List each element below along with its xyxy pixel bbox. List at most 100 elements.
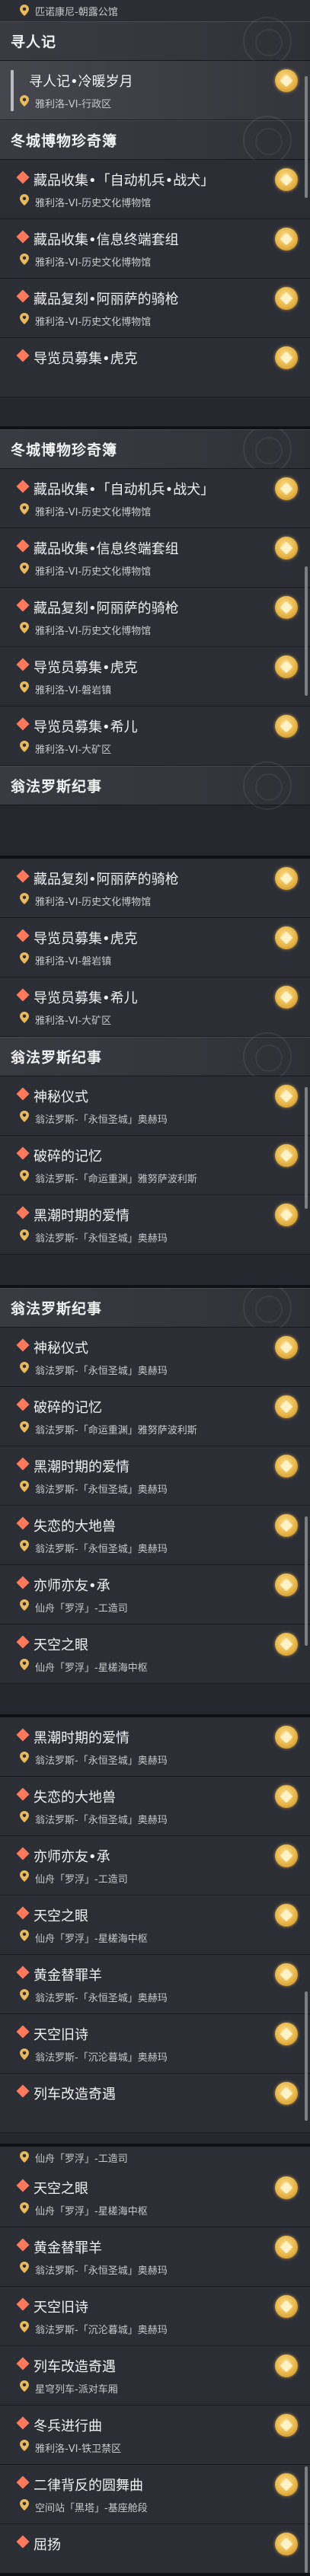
quest-title: 藏品收集•「自动机兵•战犬」	[34, 482, 215, 498]
quest-type-icon	[16, 2084, 30, 2098]
category-header[interactable]: 冬城博物珍奇簿	[0, 429, 310, 473]
quest-type-icon	[16, 717, 30, 731]
quest-title: 藏品复刻•阿丽萨的骑枪	[34, 601, 179, 617]
quest-list-item[interactable]: 亦师亦友•承 仙舟「罗浮」-工造司	[0, 1836, 310, 1895]
category-header[interactable]: 翁法罗斯纪事	[0, 761, 310, 810]
quest-title: 藏品复刻•阿丽萨的骑枪	[34, 292, 179, 308]
quest-list-item[interactable]: 黄金替罪羊 翁法罗斯-「永恒圣城」奥赫玛	[0, 1955, 310, 2014]
category-title: 翁法罗斯纪事	[11, 1049, 103, 1066]
location-pin-icon	[20, 1012, 29, 1023]
quest-title: 失恋的大地兽	[34, 1790, 116, 1806]
scrollbar[interactable]	[305, 566, 308, 696]
quest-title: 导览员募集•虎克	[34, 351, 138, 367]
scrollbar[interactable]	[305, 1087, 308, 1209]
location-pin-icon	[20, 2321, 29, 2332]
quest-location: 雅利洛-VI-历史文化博物馆	[35, 897, 152, 908]
category-header[interactable]: 寻人记	[0, 17, 310, 65]
quest-list-item[interactable]: 亦师亦友•承 仙舟「罗浮」-工造司	[0, 1565, 310, 1624]
category-header[interactable]: 冬城博物珍奇簿	[0, 116, 310, 164]
quest-list-item[interactable]: 破碎的记忆 翁法罗斯-「命运重渊」雅努萨波利斯	[0, 1387, 310, 1446]
quest-location: 仙舟「罗浮」-星槎海中枢	[35, 2206, 148, 2217]
quest-list-item[interactable]: 天空之眼 仙舟「罗浮」-星槎海中枢	[0, 2168, 310, 2227]
quest-title: 列车改造奇遇	[34, 2087, 116, 2103]
reward-badge-icon	[275, 2354, 298, 2377]
category-header[interactable]: 翁法罗斯纪事	[0, 1032, 310, 1081]
quest-location: 翁法罗斯-「永恒圣城」奥赫玛	[35, 1993, 168, 2004]
quest-title: 屈扬	[34, 2537, 61, 2553]
reward-badge-icon	[275, 1455, 298, 1478]
quest-location: 雅利洛-VI-大矿区	[35, 744, 112, 756]
scrollbar[interactable]	[305, 2466, 308, 2573]
quest-list-item[interactable]: 藏品收集•「自动机兵•战犬」 雅利洛-VI-历史文化博物馆	[0, 160, 310, 219]
quest-list-item[interactable]: 黑潮时期的爱情 翁法罗斯-「永恒圣城」奥赫玛	[0, 1446, 310, 1506]
quest-list-item[interactable]: 黑潮时期的爱情 翁法罗斯-「永恒圣城」奥赫玛	[0, 1717, 310, 1777]
screenshot-panel: 翁法罗斯纪事 神秘仪式 翁法罗斯-「永恒圣城」奥赫玛 破碎的记忆 翁法罗斯-「命运重渊」…	[0, 1288, 310, 1714]
reward-badge-icon	[275, 1844, 298, 1867]
quest-list-item[interactable]: 黑潮时期的爱情 翁法罗斯-「永恒圣城」奥赫玛	[0, 1195, 310, 1255]
quest-list-item[interactable]: 天空之眼 仙舟「罗浮」-星槎海中枢	[0, 1895, 310, 1955]
reward-badge-icon	[275, 1904, 298, 1927]
quest-location: 翁法罗斯-「沉沦暮城」奥赫玛	[35, 2325, 168, 2336]
quest-list-item[interactable]: 黄金替罪羊 翁法罗斯-「永恒圣城」奥赫玛	[0, 2227, 310, 2287]
scrollbar[interactable]	[305, 1991, 308, 2121]
quest-list-item[interactable]: 藏品复刻•阿丽萨的骑枪 雅利洛-VI-历史文化博物馆	[0, 859, 310, 918]
scrollbar[interactable]	[305, 76, 308, 198]
quest-location: 雅利洛-VI-历史文化博物馆	[35, 566, 152, 578]
quest-list-item[interactable]: 冬兵进行曲 雅利洛-VI-铁卫禁区	[0, 2405, 310, 2465]
quest-list-item[interactable]: 屈扬	[0, 2524, 310, 2573]
quest-type-icon	[16, 2025, 30, 2039]
quest-title: 黑潮时期的爱情	[34, 1459, 129, 1475]
quest-title: 神秘仪式	[34, 1341, 88, 1357]
quest-list-item[interactable]: 导览员募集•希儿 雅利洛-VI-大矿区	[0, 977, 310, 1037]
screenshot-panel: 黑潮时期的爱情 翁法罗斯-「永恒圣城」奥赫玛 失恋的大地兽 翁法罗斯-「永恒圣城」奥赫…	[0, 1717, 310, 2144]
quest-list-item[interactable]: 导览员募集•虎克 雅利洛-VI-磐岩镇	[0, 918, 310, 977]
reward-badge-icon	[275, 2236, 298, 2259]
reward-badge-icon	[275, 2473, 298, 2496]
quest-list-item[interactable]: 天空旧诗 翁法罗斯-「沉沦暮城」奥赫玛	[0, 2014, 310, 2074]
quest-list-item[interactable]: 藏品复刻•阿丽萨的骑枪 雅利洛-VI-历史文化博物馆	[0, 588, 310, 647]
reward-badge-icon	[275, 168, 298, 191]
quest-type-icon	[16, 1457, 30, 1471]
quest-list-item[interactable]: 导览员募集•希儿雅利洛-VI-大矿区	[0, 706, 310, 766]
quest-list-item[interactable]: 导览员募集•虎克 雅利洛-VI-磐岩镇	[0, 647, 310, 706]
quest-location: 雅利洛-VI-铁卫禁区	[35, 2444, 122, 2455]
location-pin-icon	[20, 2380, 29, 2392]
category-header[interactable]: 翁法罗斯纪事	[0, 1288, 310, 1332]
category-emblem-icon	[243, 17, 292, 65]
quest-list-item[interactable]: 列车改造奇遇 星穹列车-派对车厢	[0, 2346, 310, 2405]
quest-list-item[interactable]: 神秘仪式 翁法罗斯-「永恒圣城」奥赫玛	[0, 1328, 310, 1387]
quest-title: 天空之眼	[34, 1637, 88, 1653]
quest-title: 破碎的记忆	[34, 1149, 102, 1165]
quest-type-icon	[16, 598, 30, 612]
location-pin-icon	[20, 952, 29, 964]
quest-list-item[interactable]: 天空之眼 仙舟「罗浮」-星槎海中枢	[0, 1624, 310, 1684]
quest-title: 导览员募集•虎克	[34, 660, 138, 676]
quest-list-item[interactable]: 神秘仪式 翁法罗斯-「永恒圣城」奥赫玛	[0, 1076, 310, 1136]
location-row: 仙舟「罗浮」-工造司	[0, 2147, 310, 2168]
reward-badge-icon	[275, 537, 298, 560]
quest-list-item[interactable]: 寻人记•冷暖岁月 雅利洛-VI-行政区	[0, 61, 310, 120]
quest-list-item[interactable]: 导览员募集•虎克	[0, 338, 310, 397]
quest-list-item[interactable]: 二律背反的圆舞曲 空间站「黑塔」-基座舱段	[0, 2465, 310, 2524]
quest-location: 雅利洛-VI-历史文化博物馆	[35, 257, 152, 269]
quest-list-item[interactable]: 失恋的大地兽 翁法罗斯-「永恒圣城」奥赫玛	[0, 1506, 310, 1565]
quest-type-icon	[16, 1146, 30, 1160]
quest-list-item[interactable]: 藏品收集•「自动机兵•战犬」 雅利洛-VI-历史文化博物馆	[0, 469, 310, 528]
quest-list-item[interactable]: 藏品复刻•阿丽萨的骑枪 雅利洛-VI-历史文化博物馆	[0, 279, 310, 338]
quest-list-item[interactable]: 破碎的记忆 翁法罗斯-「命运重渊」雅努萨波利斯	[0, 1136, 310, 1195]
screenshot-divider	[0, 2573, 310, 2576]
reward-badge-icon	[275, 346, 298, 369]
quest-title: 导览员募集•希儿	[34, 719, 138, 735]
location-pin-icon	[20, 563, 29, 574]
quest-location: 雅利洛-VI-历史文化博物馆	[35, 198, 152, 209]
quest-list-item[interactable]: 列车改造奇遇	[0, 2074, 310, 2133]
screenshot-panel: 匹诺康尼-朝露公馆 寻人记 寻人记•冷暖岁月 雅利洛-VI-行政区 冬城博物珍奇簿 藏品收…	[0, 0, 310, 426]
scrollbar[interactable]	[305, 1516, 308, 1646]
quest-location: 匹诺康尼-朝露公馆	[35, 7, 118, 18]
location-pin-icon	[20, 1930, 29, 1941]
reward-badge-icon	[275, 1336, 298, 1359]
quest-list-item[interactable]: 失恋的大地兽 翁法罗斯-「永恒圣城」奥赫玛	[0, 1777, 310, 1836]
quest-list-item[interactable]: 藏品收集•信息终端套组 雅利洛-VI-历史文化博物馆	[0, 219, 310, 279]
quest-list-item[interactable]: 天空旧诗 翁法罗斯-「沉沦暮城」奥赫玛	[0, 2287, 310, 2346]
quest-list-item[interactable]: 藏品收集•信息终端套组 雅利洛-VI-历史文化博物馆	[0, 528, 310, 588]
